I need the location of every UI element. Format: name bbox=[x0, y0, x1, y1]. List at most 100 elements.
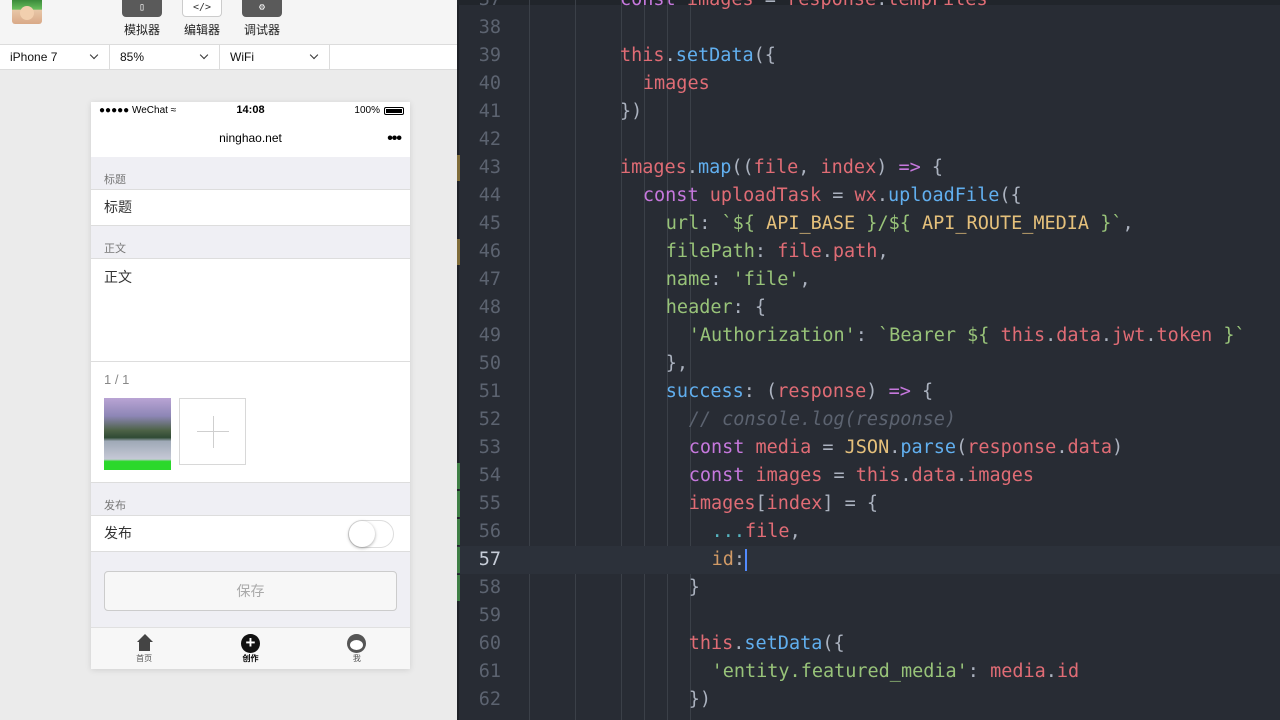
code-line[interactable]: 39 this.setData({ bbox=[457, 42, 1280, 70]
chevron-down-icon bbox=[89, 50, 99, 60]
code-line[interactable]: 51 success: (response) => { bbox=[457, 378, 1280, 406]
line-number: 55 bbox=[478, 493, 501, 514]
code-line[interactable]: 48 header: { bbox=[457, 294, 1280, 322]
code-line[interactable]: 53 const media = JSON.parse(response.data… bbox=[457, 434, 1280, 462]
code-line[interactable]: 50}, bbox=[457, 350, 1280, 378]
code-line[interactable]: 43 images.map((file, index) => { bbox=[457, 154, 1280, 182]
devtools-toolbar: ▯ 模拟器 </> 编辑器 ⚙ 调试器 bbox=[0, 0, 457, 44]
code-line[interactable]: 58} bbox=[457, 574, 1280, 602]
code-line[interactable]: 42 bbox=[457, 126, 1280, 154]
code-line[interactable]: 37 const images = response.tempFiles bbox=[457, 0, 1280, 14]
debugger-button-label: 调试器 bbox=[243, 23, 280, 37]
editor-button[interactable]: </> 编辑器 bbox=[180, 0, 224, 38]
publish-section-label: 发布 bbox=[104, 500, 126, 512]
simulator-options-bar: iPhone 7 85% WiFi bbox=[0, 44, 457, 70]
line-number: 61 bbox=[478, 661, 501, 682]
code-text: }) bbox=[620, 101, 643, 122]
code-line[interactable]: 60 this.setData({ bbox=[457, 630, 1280, 658]
code-line[interactable]: 54 const images = this.data.images bbox=[457, 462, 1280, 490]
tab-bar: 首页 + 创作 我 bbox=[91, 627, 410, 669]
code-line[interactable]: 57 id: bbox=[457, 546, 1280, 574]
git-change-marker bbox=[457, 463, 460, 489]
code-line[interactable]: 59 bbox=[457, 602, 1280, 630]
line-number: 59 bbox=[478, 605, 501, 626]
code-text: header: { bbox=[665, 297, 767, 318]
code-line[interactable]: 47 name: 'file', bbox=[457, 266, 1280, 294]
user-avatar[interactable] bbox=[12, 0, 42, 24]
code-line[interactable]: 52 // console.log(response) bbox=[457, 406, 1280, 434]
publish-toggle[interactable] bbox=[348, 520, 394, 548]
image-uploader: 1 / 1 bbox=[91, 362, 410, 483]
body-textarea[interactable]: 正文 bbox=[91, 258, 410, 362]
code-line[interactable]: 61 'entity.featured_media': media.id bbox=[457, 658, 1280, 686]
git-change-marker bbox=[457, 547, 460, 573]
line-number: 40 bbox=[478, 73, 501, 94]
publish-row: 发布 bbox=[91, 515, 410, 552]
line-number: 56 bbox=[478, 521, 501, 542]
code-line[interactable]: 46 filePath: file.path, bbox=[457, 238, 1280, 266]
line-number: 57 bbox=[478, 549, 501, 570]
code-line[interactable]: 41}) bbox=[457, 98, 1280, 126]
code-line[interactable]: 49 'Authorization': `Bearer ${ this.data.… bbox=[457, 322, 1280, 350]
body-section-label: 正文 bbox=[104, 243, 126, 255]
title-input[interactable]: 标题 bbox=[91, 189, 410, 226]
tab-home[interactable]: 首页 bbox=[91, 628, 197, 669]
tab-home-label: 首页 bbox=[136, 654, 153, 663]
code-text: // console.log(response) bbox=[688, 409, 956, 430]
tab-profile-label: 我 bbox=[352, 654, 361, 663]
line-number: 41 bbox=[478, 101, 501, 122]
publish-field-label: 发布 bbox=[104, 525, 132, 541]
uploaded-image-thumbnail[interactable] bbox=[104, 398, 171, 470]
add-image-button[interactable] bbox=[179, 398, 246, 465]
code-text: }) bbox=[688, 689, 711, 710]
code-text: const images = response.tempFiles bbox=[620, 0, 988, 14]
simulator-button-label: 模拟器 bbox=[123, 23, 160, 37]
code-text: this.setData({ bbox=[688, 633, 845, 654]
simulator-button[interactable]: ▯ 模拟器 bbox=[120, 0, 164, 38]
network-select-value: WiFi bbox=[230, 50, 254, 64]
line-number: 53 bbox=[478, 437, 501, 458]
line-number: 39 bbox=[478, 45, 501, 66]
code-line[interactable]: 44 const uploadTask = wx.uploadFile({ bbox=[457, 182, 1280, 210]
tab-create-label: 创作 bbox=[242, 654, 259, 663]
save-button[interactable]: 保存 bbox=[104, 571, 397, 611]
line-number: 48 bbox=[478, 297, 501, 318]
code-text: id: bbox=[711, 549, 748, 571]
code-line[interactable]: 56 ...file, bbox=[457, 518, 1280, 546]
line-number: 47 bbox=[478, 269, 501, 290]
line-number: 60 bbox=[478, 633, 501, 654]
code-line[interactable]: 38 bbox=[457, 14, 1280, 42]
line-number: 51 bbox=[478, 381, 501, 402]
more-menu-icon[interactable]: ••• bbox=[387, 120, 402, 157]
git-change-marker bbox=[457, 155, 460, 181]
code-line[interactable]: 55 images[index] = { bbox=[457, 490, 1280, 518]
zoom-select[interactable]: 85% bbox=[110, 45, 220, 69]
tab-create[interactable]: + 创作 bbox=[197, 628, 303, 669]
nav-bar: ninghao.net ••• bbox=[91, 120, 410, 157]
code-text: filePath: file.path, bbox=[665, 241, 889, 262]
zoom-select-value: 85% bbox=[120, 50, 145, 64]
tab-profile[interactable]: 我 bbox=[304, 628, 410, 669]
code-editor[interactable]: 37 const images = response.tempFiles 38 39 t… bbox=[457, 0, 1280, 720]
code-line[interactable]: 62}) bbox=[457, 686, 1280, 714]
line-number: 38 bbox=[478, 17, 501, 38]
network-select[interactable]: WiFi bbox=[220, 45, 330, 69]
device-select-value: iPhone 7 bbox=[10, 50, 58, 64]
line-number: 45 bbox=[478, 213, 501, 234]
create-icon: + bbox=[240, 634, 260, 653]
line-number: 46 bbox=[478, 241, 501, 262]
device-select[interactable]: iPhone 7 bbox=[0, 45, 110, 69]
line-number: 58 bbox=[478, 577, 501, 598]
code-text: success: (response) => { bbox=[665, 381, 934, 402]
status-bar: ●●●●● WeChat ≈ 14:08 100% bbox=[91, 102, 410, 120]
line-number: 42 bbox=[478, 129, 501, 150]
code-line[interactable]: 40 images bbox=[457, 70, 1280, 98]
code-text: 'Authorization': `Bearer ${ this.data.jw… bbox=[688, 325, 1246, 346]
code-text: } bbox=[688, 577, 700, 598]
line-number: 43 bbox=[478, 157, 501, 178]
phone-screen: ●●●●● WeChat ≈ 14:08 100% ninghao.net ••… bbox=[91, 102, 410, 669]
code-line[interactable]: 45 url: `${ API_BASE }/${ API_ROUTE_MEDIA… bbox=[457, 210, 1280, 238]
editor-button-label: 编辑器 bbox=[183, 23, 220, 37]
git-change-marker bbox=[457, 519, 460, 545]
debugger-button[interactable]: ⚙ 调试器 bbox=[240, 0, 284, 38]
